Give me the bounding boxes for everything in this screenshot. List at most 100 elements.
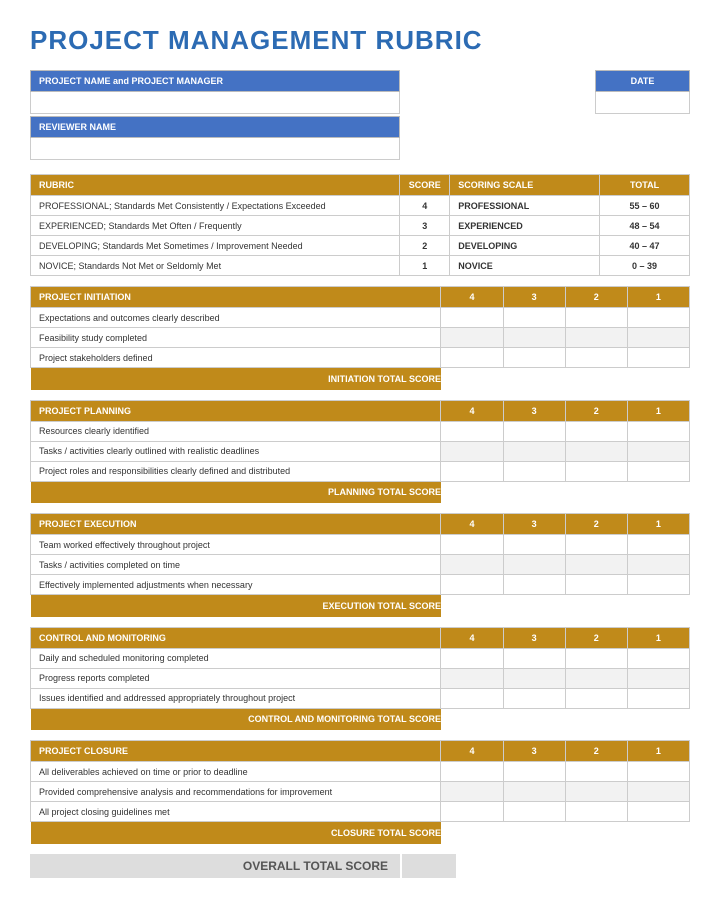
score-cell-1[interactable]: [627, 421, 689, 441]
score-cell-1[interactable]: [627, 308, 689, 328]
score-cell-2[interactable]: [565, 535, 627, 555]
score-cell-3[interactable]: [503, 535, 565, 555]
section-total-row: INITIATION TOTAL SCORE: [31, 368, 690, 390]
score-cell-1[interactable]: [627, 575, 689, 595]
score-cell-1[interactable]: [627, 782, 689, 802]
score-cell-1[interactable]: [627, 461, 689, 481]
score-cell-3[interactable]: [503, 688, 565, 708]
score-cell-4[interactable]: [441, 308, 503, 328]
score-cell-4[interactable]: [441, 782, 503, 802]
overall-score-input[interactable]: [400, 854, 456, 878]
criteria-text: Progress reports completed: [31, 668, 441, 688]
rubric-total: 0 – 39: [600, 256, 690, 276]
score-cell-3[interactable]: [503, 441, 565, 461]
col-rubric: RUBRIC: [31, 175, 400, 196]
score-cell-4[interactable]: [441, 535, 503, 555]
score-cell-3[interactable]: [503, 802, 565, 822]
score-cell-2[interactable]: [565, 648, 627, 668]
score-cell-3[interactable]: [503, 328, 565, 348]
score-cell-1[interactable]: [627, 555, 689, 575]
score-cell-3[interactable]: [503, 461, 565, 481]
score-cell-2[interactable]: [565, 308, 627, 328]
score-cell-4[interactable]: [441, 328, 503, 348]
score-cell-2[interactable]: [565, 668, 627, 688]
score-cell-3[interactable]: [503, 348, 565, 368]
col-3: 3: [503, 741, 565, 762]
score-cell-4[interactable]: [441, 421, 503, 441]
criteria-row: Issues identified and addressed appropri…: [31, 688, 690, 708]
score-cell-2[interactable]: [565, 421, 627, 441]
score-cell-1[interactable]: [627, 348, 689, 368]
section-total-row: PLANNING TOTAL SCORE: [31, 481, 690, 503]
rubric-desc: PROFESSIONAL; Standards Met Consistently…: [31, 196, 400, 216]
score-cell-4[interactable]: [441, 688, 503, 708]
col-2: 2: [565, 287, 627, 308]
score-cell-4[interactable]: [441, 802, 503, 822]
score-cell-3[interactable]: [503, 308, 565, 328]
score-cell-2[interactable]: [565, 782, 627, 802]
score-cell-3[interactable]: [503, 575, 565, 595]
score-cell-3[interactable]: [503, 555, 565, 575]
score-cell-1[interactable]: [627, 328, 689, 348]
criteria-row: Daily and scheduled monitoring completed: [31, 648, 690, 668]
col-4: 4: [441, 287, 503, 308]
criteria-text: All project closing guidelines met: [31, 802, 441, 822]
col-3: 3: [503, 287, 565, 308]
rubric-desc: NOVICE; Standards Not Met or Seldomly Me…: [31, 256, 400, 276]
score-cell-4[interactable]: [441, 348, 503, 368]
score-cell-4[interactable]: [441, 575, 503, 595]
rubric-scale: PROFESSIONAL: [450, 196, 600, 216]
score-cell-1[interactable]: [627, 802, 689, 822]
rubric-score: 1: [400, 256, 450, 276]
score-cell-4[interactable]: [441, 668, 503, 688]
score-cell-2[interactable]: [565, 441, 627, 461]
score-cell-1[interactable]: [627, 668, 689, 688]
score-cell-1[interactable]: [627, 441, 689, 461]
col-2: 2: [565, 400, 627, 421]
score-cell-2[interactable]: [565, 555, 627, 575]
section-total-input[interactable]: [441, 822, 503, 844]
rubric-table: RUBRIC SCORE SCORING SCALE TOTAL PROFESS…: [30, 174, 690, 276]
score-cell-2[interactable]: [565, 802, 627, 822]
col-4: 4: [441, 627, 503, 648]
criteria-text: Feasibility study completed: [31, 328, 441, 348]
reviewer-input[interactable]: [30, 138, 400, 160]
score-cell-2[interactable]: [565, 688, 627, 708]
section-table: PROJECT PLANNING 4 3 2 1 Resources clear…: [30, 400, 690, 504]
date-input[interactable]: [595, 92, 690, 114]
score-cell-2[interactable]: [565, 461, 627, 481]
criteria-text: Provided comprehensive analysis and reco…: [31, 782, 441, 802]
score-cell-3[interactable]: [503, 421, 565, 441]
score-cell-3[interactable]: [503, 762, 565, 782]
score-cell-2[interactable]: [565, 575, 627, 595]
section-total-input[interactable]: [441, 368, 503, 390]
score-cell-4[interactable]: [441, 461, 503, 481]
col-3: 3: [503, 400, 565, 421]
section-total-input[interactable]: [441, 481, 503, 503]
section-total-label: CLOSURE TOTAL SCORE: [31, 822, 441, 844]
col-scale: SCORING SCALE: [450, 175, 600, 196]
project-input[interactable]: [30, 92, 400, 114]
header-row-1: PROJECT NAME and PROJECT MANAGER DATE: [30, 70, 690, 114]
score-cell-3[interactable]: [503, 782, 565, 802]
criteria-row: Tasks / activities clearly outlined with…: [31, 441, 690, 461]
section-table: PROJECT EXECUTION 4 3 2 1 Team worked ef…: [30, 513, 690, 617]
score-cell-4[interactable]: [441, 555, 503, 575]
score-cell-1[interactable]: [627, 762, 689, 782]
score-cell-2[interactable]: [565, 762, 627, 782]
score-cell-3[interactable]: [503, 668, 565, 688]
section-total-input[interactable]: [441, 595, 503, 617]
score-cell-2[interactable]: [565, 348, 627, 368]
score-cell-3[interactable]: [503, 648, 565, 668]
score-cell-4[interactable]: [441, 762, 503, 782]
criteria-row: Effectively implemented adjustments when…: [31, 575, 690, 595]
section-total-input[interactable]: [441, 708, 503, 730]
score-cell-1[interactable]: [627, 535, 689, 555]
score-cell-4[interactable]: [441, 648, 503, 668]
score-cell-1[interactable]: [627, 688, 689, 708]
score-cell-1[interactable]: [627, 648, 689, 668]
score-cell-2[interactable]: [565, 328, 627, 348]
criteria-text: Team worked effectively throughout proje…: [31, 535, 441, 555]
section-name: PROJECT INITIATION: [31, 287, 441, 308]
score-cell-4[interactable]: [441, 441, 503, 461]
